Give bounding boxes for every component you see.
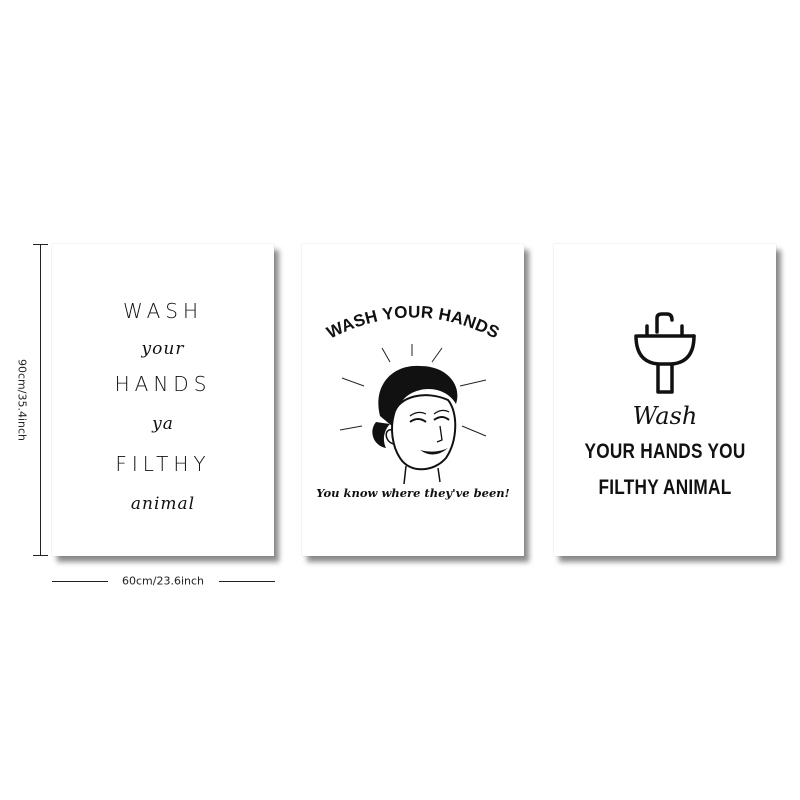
height-dimension-tick-top [33, 244, 48, 245]
height-dimension-label: 90cm/35.4inch [15, 358, 29, 442]
poster1-line-your: your [141, 339, 185, 359]
width-dimension-line-left [52, 581, 108, 582]
width-dimension-line-right [219, 581, 275, 582]
poster-sink-wash-your-hands: Wash YOUR HANDS YOU FILTHY ANIMAL [554, 244, 776, 556]
poster3-line-filthy-animal: FILTHY ANIMAL [598, 476, 732, 499]
height-dimension-tick-bottom [33, 555, 48, 556]
width-dimension-label: 60cm/23.6inch [121, 574, 205, 588]
sink-faucet-icon [634, 312, 696, 394]
poster1-line-animal: animal [130, 494, 196, 514]
poster1-line-hands: HANDS [114, 372, 212, 396]
poster3-line-your-hands-you: YOUR HANDS YOU [584, 440, 746, 463]
poster-retro-wash-your-hands: WASH YOUR HANDS You know where they've b… [302, 244, 524, 556]
poster-wash-your-hands-ya-filthy-animal: WASH your HANDS ya FILTHY animal [52, 244, 274, 556]
poster1-line-filthy: FILTHY [115, 452, 211, 476]
poster2-tagline: You know where they've been! [316, 486, 510, 500]
poster1-line-wash: WASH [122, 299, 204, 323]
height-dimension-line [40, 244, 41, 556]
poster3-script-wash: Wash [632, 402, 698, 430]
poster1-line-ya: ya [152, 414, 174, 434]
retro-woman-face-icon [339, 344, 487, 485]
